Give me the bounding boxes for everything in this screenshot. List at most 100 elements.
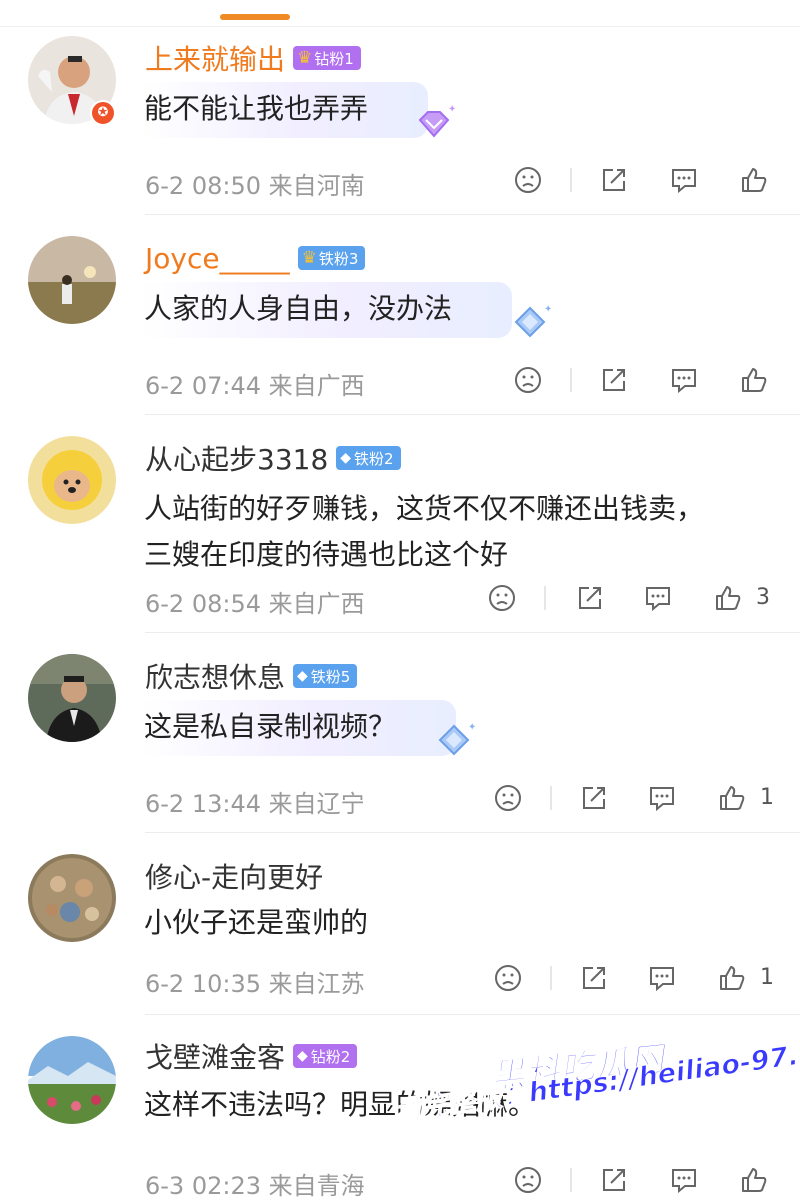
dislike-button[interactable] <box>512 1164 544 1196</box>
like-button[interactable] <box>738 1164 770 1196</box>
action-separator <box>570 368 572 392</box>
like-button[interactable] <box>738 364 770 396</box>
comment-body: 小伙子还是蛮帅的 <box>144 900 368 946</box>
share-icon <box>583 787 605 809</box>
verified-badge-icon: ✪ <box>90 100 116 126</box>
reply-button[interactable] <box>646 782 678 814</box>
comment-icon <box>672 1169 696 1194</box>
gem-icon: ◆ <box>297 1048 308 1064</box>
comment-divider <box>145 414 800 415</box>
sad-face-icon <box>489 585 515 611</box>
reply-button[interactable] <box>646 962 678 994</box>
avatar[interactable] <box>28 1036 116 1124</box>
action-separator <box>570 168 572 192</box>
action-separator <box>544 586 546 610</box>
sad-face-icon <box>515 367 541 393</box>
diamond-decoration-icon: ✦ <box>432 720 476 760</box>
action-separator <box>550 786 552 810</box>
fan-level-badge: ◆ 铁粉2 <box>336 446 401 470</box>
share-button[interactable] <box>578 962 610 994</box>
avatar[interactable] <box>28 654 116 742</box>
comment-actions: 3 <box>0 582 800 622</box>
avatar[interactable] <box>28 854 116 942</box>
fan-level-badge: ◆ 铁粉5 <box>293 664 358 688</box>
sad-face-icon <box>495 965 521 991</box>
share-button[interactable] <box>598 364 630 396</box>
header-divider <box>0 26 800 27</box>
comment-text: 能不能让我也弄弄 <box>144 92 369 125</box>
svg-text:✦: ✦ <box>468 722 476 733</box>
diamond-decoration-icon: ✦ <box>508 302 552 342</box>
username[interactable]: 上来就输出 <box>145 38 285 78</box>
action-separator <box>550 966 552 990</box>
gem-icon: ◆ <box>297 668 308 684</box>
comment-actions <box>0 364 800 404</box>
username[interactable]: 从心起步3318 <box>145 438 328 478</box>
crown-icon: ♛ <box>301 248 317 268</box>
like-count: 3 <box>756 585 770 610</box>
comment-bubble: 能不能让我也弄弄 <box>140 82 429 138</box>
share-button[interactable] <box>578 782 610 814</box>
thumbs-up-icon <box>716 586 741 610</box>
comment-actions <box>0 1164 800 1200</box>
share-icon <box>579 587 601 609</box>
thumbs-up-icon <box>720 966 745 990</box>
comment-icon <box>650 787 674 812</box>
comment-text: 人家的人身自由，没办法 <box>144 292 453 325</box>
thumbs-up-icon <box>720 786 745 810</box>
username[interactable]: 戈壁滩金客 <box>145 1036 285 1076</box>
gem-icon: ◆ <box>340 450 352 466</box>
active-tab-indicator <box>220 14 290 20</box>
like-count: 1 <box>760 785 774 810</box>
crown-icon: ♛ <box>297 48 313 68</box>
comment-icon <box>672 369 696 394</box>
avatar[interactable] <box>28 436 116 524</box>
comment-bubble: 这是私自录制视频？ <box>140 700 457 756</box>
username[interactable]: Joyce_____ <box>145 242 290 275</box>
reply-button[interactable] <box>642 582 674 614</box>
comment-text: 人站街的好歹赚钱，这货不仅不赚还出钱卖， <box>144 492 705 525</box>
diamond-decoration-icon: ✦ <box>412 104 456 144</box>
comment-divider <box>145 832 800 833</box>
comment-body: 人站街的好歹赚钱，这货不仅不赚还出钱卖， 三嫂在印度的待遇也比这个好 <box>144 486 704 578</box>
sad-face-icon <box>495 785 521 811</box>
fan-level-badge: ♛ 钻粉1 <box>293 46 361 70</box>
comment-icon <box>672 169 696 194</box>
comment-text: 三嫂在印度的待遇也比这个好 <box>144 538 509 571</box>
reply-button[interactable] <box>668 1164 700 1196</box>
dislike-button[interactable] <box>492 962 524 994</box>
share-button[interactable] <box>598 164 630 196</box>
comment-icon <box>646 587 670 612</box>
fan-level-badge: ◆ 钻粉2 <box>293 1044 358 1068</box>
share-icon <box>583 967 605 989</box>
dislike-button[interactable] <box>486 582 518 614</box>
share-icon <box>603 169 625 191</box>
like-button[interactable] <box>712 582 744 614</box>
comment-divider <box>145 1014 800 1015</box>
avatar[interactable] <box>28 236 116 324</box>
comment-divider <box>145 214 800 215</box>
like-button[interactable] <box>716 962 748 994</box>
reply-button[interactable] <box>668 364 700 396</box>
action-separator <box>570 1168 572 1192</box>
thumbs-up-icon <box>742 368 767 392</box>
dislike-button[interactable] <box>492 782 524 814</box>
svg-text:✦: ✦ <box>544 304 552 315</box>
comment-divider <box>145 632 800 633</box>
dislike-button[interactable] <box>512 364 544 396</box>
comment-actions <box>0 164 800 204</box>
share-button[interactable] <box>598 1164 630 1196</box>
like-button[interactable] <box>716 782 748 814</box>
share-icon <box>603 1169 625 1191</box>
fan-level-badge: ♛ 铁粉3 <box>297 246 366 270</box>
share-icon <box>603 369 625 391</box>
username[interactable]: 欣志想休息 <box>145 656 285 696</box>
username[interactable]: 修心-走向更好 <box>145 856 323 896</box>
thumbs-up-icon <box>742 168 767 192</box>
share-button[interactable] <box>574 582 606 614</box>
sad-face-icon <box>515 1167 541 1193</box>
comment-actions: 1 <box>0 782 800 822</box>
dislike-button[interactable] <box>512 164 544 196</box>
reply-button[interactable] <box>668 164 700 196</box>
like-button[interactable] <box>738 164 770 196</box>
